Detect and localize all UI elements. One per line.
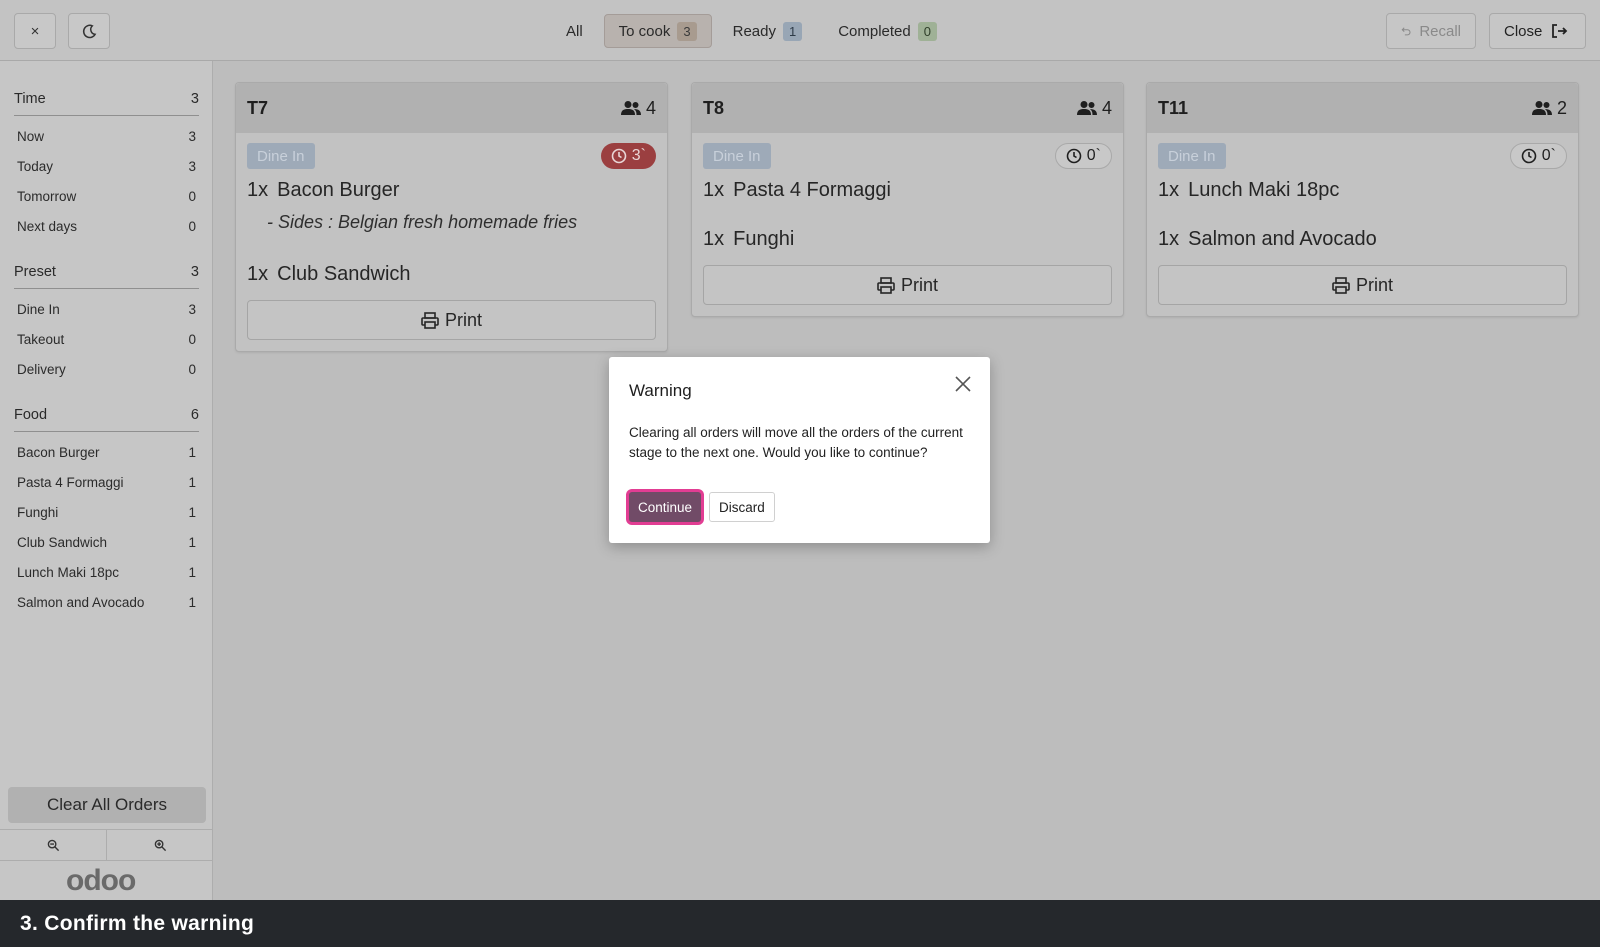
undo-icon [1401, 27, 1411, 36]
filter-item-dine-in[interactable]: Dine In 3 [17, 302, 196, 317]
order-card-t8[interactable]: T8 4 Dine In 0` 1x Pasta 4 Formaggi 1x Fun… [691, 82, 1124, 317]
zoom-controls [0, 829, 213, 861]
preset-badge: Dine In [1158, 143, 1226, 169]
zoom-out-icon [47, 839, 59, 851]
order-card-header: T8 4 [692, 83, 1123, 133]
order-card-header: T11 2 [1147, 83, 1578, 133]
warning-dialog: Warning Clearing all orders will move al… [609, 357, 990, 543]
zoom-in-icon [154, 839, 166, 851]
filter-item-club-sandwich[interactable]: Club Sandwich 1 [17, 535, 196, 550]
discard-button[interactable]: Discard [709, 492, 775, 522]
continue-button[interactable]: Continue [629, 492, 702, 522]
preset-badge: Dine In [247, 143, 315, 169]
filter-item-tomorrow[interactable]: Tomorrow 0 [17, 189, 196, 204]
dialog-title: Warning [629, 381, 692, 400]
zoom-in-button[interactable] [107, 830, 213, 860]
order-line[interactable]: 1x Lunch Maki 18pc [1147, 179, 1578, 202]
close-x-button[interactable]: × [14, 13, 56, 49]
printer-icon [877, 276, 895, 294]
time-section-header[interactable]: Time 3 [14, 91, 199, 116]
order-line[interactable]: 1x Pasta 4 Formaggi [692, 179, 1123, 202]
top-bar: × All To cook 3 Ready 1 Completed 0 Recall … [0, 0, 1600, 61]
order-card-header: T7 4 [236, 83, 667, 133]
users-icon [1076, 101, 1097, 115]
odoo-logo: odoo [66, 864, 136, 897]
tab-all[interactable]: All [551, 14, 598, 48]
table-name: T11 [1158, 97, 1189, 118]
ready-count-badge: 1 [782, 21, 803, 41]
step-caption: 3. Confirm the warning [0, 900, 1600, 947]
tab-to-cook[interactable]: To cook 3 [603, 14, 712, 48]
tab-ready[interactable]: Ready 1 [718, 14, 818, 48]
tab-completed[interactable]: Completed 0 [823, 14, 952, 48]
close-session-button[interactable]: Close [1489, 13, 1586, 49]
filter-item-lunch-maki[interactable]: Lunch Maki 18pc 1 [17, 565, 196, 580]
table-name: T8 [703, 97, 725, 118]
printer-icon [421, 311, 439, 329]
order-timer: 0` [1509, 143, 1567, 169]
clear-all-orders-button[interactable]: Clear All Orders [8, 787, 206, 823]
guest-count: 4 [620, 98, 656, 119]
dialog-close-button[interactable] [952, 373, 974, 395]
close-icon: × [30, 22, 40, 40]
filter-item-next-days[interactable]: Next days 0 [17, 219, 196, 234]
dark-mode-button[interactable] [68, 13, 110, 49]
order-line-modifier: - Sides : Belgian fresh homemade fries [267, 212, 578, 232]
filter-item-funghi[interactable]: Funghi 1 [17, 505, 196, 520]
guest-count: 2 [1531, 98, 1567, 119]
food-section-header[interactable]: Food 6 [14, 407, 199, 432]
moon-icon [82, 24, 96, 38]
users-icon [1531, 101, 1552, 115]
close-icon [955, 376, 971, 392]
filter-item-bacon-burger[interactable]: Bacon Burger 1 [17, 445, 196, 460]
stage-tabs: All To cook 3 Ready 1 Completed 0 [551, 14, 952, 48]
order-line[interactable]: 1x Bacon Burger [236, 179, 667, 202]
filter-item-salmon-avocado[interactable]: Salmon and Avocado 1 [17, 595, 196, 610]
zoom-out-button[interactable] [0, 830, 107, 860]
order-line[interactable]: 1x Salmon and Avocado [1147, 228, 1578, 251]
print-button[interactable]: Print [703, 265, 1112, 305]
order-line[interactable]: 1x Funghi [692, 228, 1123, 251]
dialog-message: Clearing all orders will move all the or… [629, 425, 963, 460]
table-name: T7 [247, 97, 269, 118]
filter-item-takeout[interactable]: Takeout 0 [17, 332, 196, 347]
printer-icon [1332, 276, 1350, 294]
filter-item-delivery[interactable]: Delivery 0 [17, 362, 196, 377]
clock-icon [611, 148, 627, 164]
clock-icon [1521, 148, 1537, 164]
order-timer: 3` [600, 143, 656, 169]
filter-item-pasta-4-formaggi[interactable]: Pasta 4 Formaggi 1 [17, 475, 196, 490]
order-card-t7[interactable]: T7 4 Dine In 3` 1x Bacon Burger - Sides :… [235, 82, 668, 352]
order-line[interactable]: 1x Club Sandwich [236, 263, 667, 286]
filter-sidebar: Time 3 Now 3 Today 3 Tomorrow 0 Next days 0 P… [0, 61, 213, 900]
order-timer: 0` [1054, 143, 1112, 169]
preset-badge: Dine In [703, 143, 771, 169]
guest-count: 4 [1076, 98, 1112, 119]
clock-icon [1066, 148, 1082, 164]
order-card-t11[interactable]: T11 2 Dine In 0` 1x Lunch Maki 18pc 1x Sal… [1146, 82, 1579, 317]
sign-out-icon [1552, 24, 1568, 38]
filter-item-now[interactable]: Now 3 [17, 129, 196, 144]
recall-button[interactable]: Recall [1386, 13, 1476, 49]
users-icon [620, 101, 641, 115]
preset-section-header[interactable]: Preset 3 [14, 264, 199, 289]
completed-count-badge: 0 [917, 21, 937, 41]
to-cook-count-badge: 3 [677, 21, 697, 41]
filter-item-today[interactable]: Today 3 [17, 159, 196, 174]
print-button[interactable]: Print [1158, 265, 1567, 305]
print-button[interactable]: Print [247, 300, 656, 340]
